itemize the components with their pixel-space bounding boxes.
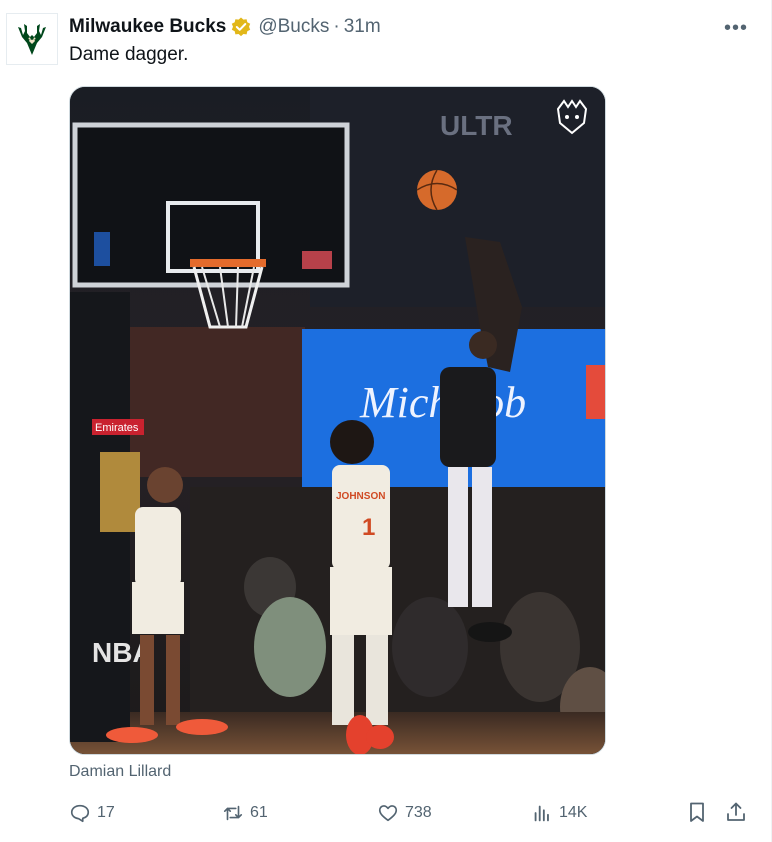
author-handle[interactable]: @Bucks: [258, 16, 329, 38]
bookmark-icon[interactable]: [685, 800, 709, 824]
reply-count: 17: [97, 804, 115, 821]
basketball: [417, 170, 457, 210]
photo-caption: Damian Lillard: [69, 763, 172, 780]
tweet-text: Dame dagger.: [69, 44, 189, 65]
reply-icon: [70, 804, 90, 823]
like-icon: [378, 805, 398, 822]
reply-button[interactable]: 17: [69, 798, 115, 828]
retweet-icon: [223, 805, 243, 821]
more-options-icon[interactable]: •••: [721, 18, 751, 38]
ultra-sign: ULTR: [440, 110, 513, 141]
retweet-count: 61: [250, 804, 268, 821]
tweet-card[interactable]: Milwaukee Bucks @Bucks · 31m ••• Dame da…: [0, 0, 772, 842]
tweet-time[interactable]: 31m: [344, 16, 381, 38]
views-icon: [534, 805, 549, 822]
tweet-actions: 17 61 738 14K: [0, 798, 772, 828]
retweet-button[interactable]: 61: [222, 798, 268, 828]
verified-badge-icon[interactable]: [230, 16, 252, 38]
like-count: 738: [405, 804, 432, 821]
views-count: 14K: [559, 804, 588, 821]
bucks-logo-icon: [18, 24, 46, 55]
separator-dot: ·: [333, 16, 340, 37]
share-icon[interactable]: [724, 800, 748, 824]
avatar[interactable]: [6, 13, 58, 65]
emirates-sign: Emirates: [95, 422, 139, 434]
basketball-scene: ULTR Michelob Emirat: [70, 87, 605, 754]
jersey-name: JOHNSON: [336, 491, 385, 502]
tweet-photo[interactable]: ULTR Michelob Emirat: [69, 86, 606, 755]
views-button[interactable]: 14K: [531, 798, 587, 828]
like-button[interactable]: 738: [377, 798, 432, 828]
tweet-header: Milwaukee Bucks @Bucks · 31m: [69, 14, 381, 40]
author-name[interactable]: Milwaukee Bucks: [69, 16, 226, 38]
jersey-number: 1: [362, 514, 375, 541]
